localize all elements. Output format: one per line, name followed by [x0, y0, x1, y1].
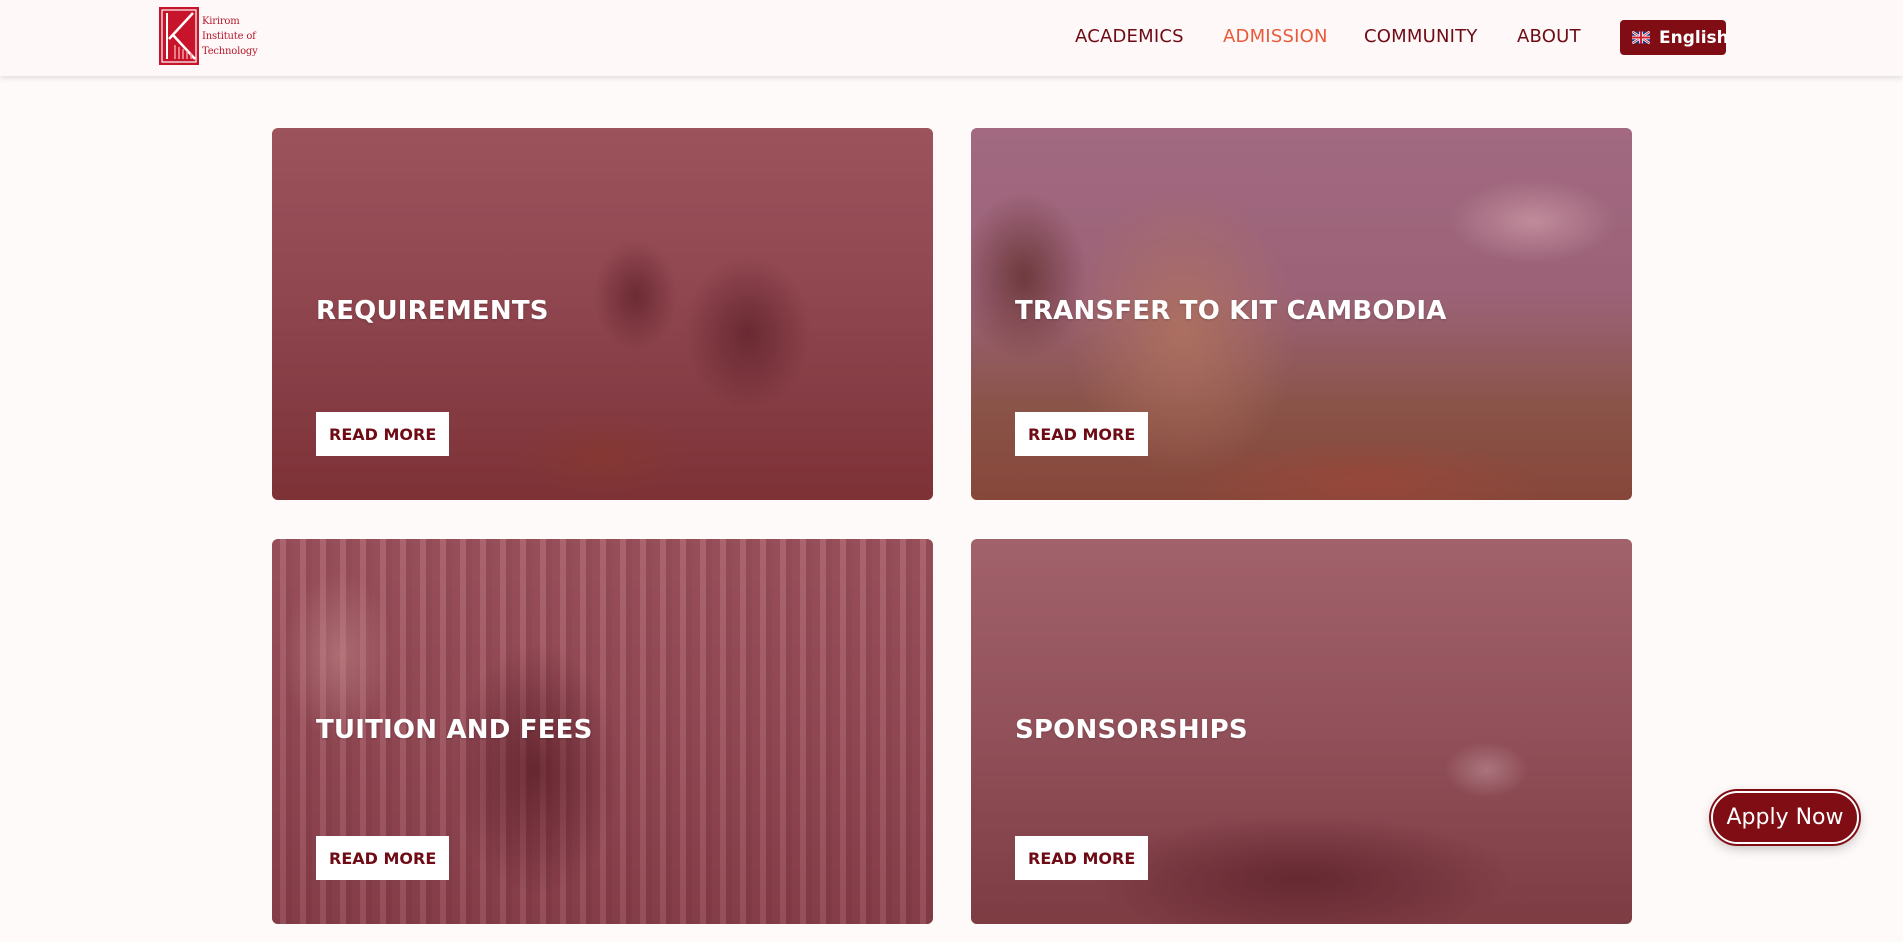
card-title: TRANSFER TO KIT CAMBODIA — [1015, 296, 1447, 326]
card-title: SPONSORSHIPS — [1015, 715, 1248, 745]
uk-flag-icon — [1632, 31, 1650, 44]
card-requirements[interactable]: REQUIREMENTS READ MORE — [272, 128, 933, 500]
nav-academics[interactable]: ACADEMICS — [1075, 26, 1184, 47]
apply-now-button[interactable]: Apply Now — [1711, 791, 1859, 844]
site-header: Kirirom Institute of Technology ACADEMIC… — [0, 0, 1903, 76]
card-title: REQUIREMENTS — [316, 296, 549, 326]
card-transfer[interactable]: TRANSFER TO KIT CAMBODIA READ MORE — [971, 128, 1632, 500]
read-more-button[interactable]: READ MORE — [1015, 836, 1149, 880]
card-tuition[interactable]: TUITION AND FEES READ MORE — [272, 539, 933, 924]
read-more-button[interactable]: READ MORE — [316, 836, 450, 880]
card-sponsorships[interactable]: SPONSORSHIPS READ MORE — [971, 539, 1632, 924]
language-button[interactable]: English — [1620, 20, 1729, 55]
main-nav: ACADEMICS ADMISSION COMMUNITY ABOUT — [0, 0, 1903, 76]
read-more-button[interactable]: READ MORE — [316, 412, 450, 456]
nav-admission[interactable]: ADMISSION — [1223, 26, 1328, 47]
nav-community[interactable]: COMMUNITY — [1364, 26, 1478, 47]
language-label: English — [1659, 27, 1729, 48]
nav-about[interactable]: ABOUT — [1517, 26, 1581, 47]
card-title: TUITION AND FEES — [316, 715, 593, 745]
read-more-button[interactable]: READ MORE — [1015, 412, 1149, 456]
